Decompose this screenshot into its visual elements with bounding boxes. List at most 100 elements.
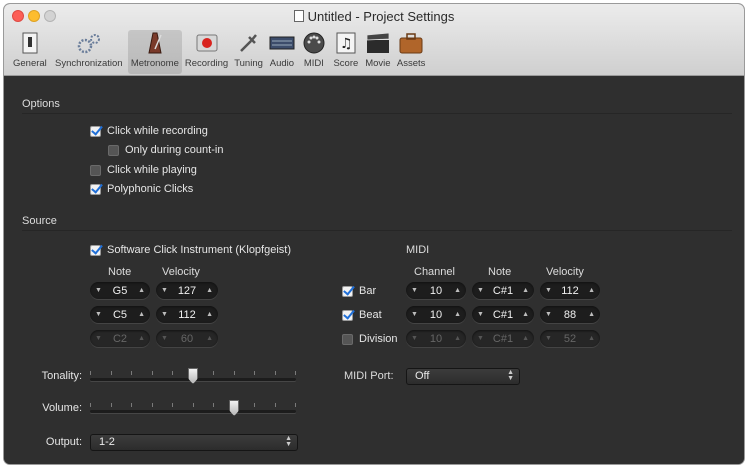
- slider-tick: [110, 403, 112, 407]
- movie-clapper-icon: [365, 30, 391, 56]
- slider-tick: [172, 371, 173, 375]
- midi-bar-checkbox[interactable]: Bar: [342, 285, 376, 297]
- decrement-arrow-icon: ▼: [477, 335, 484, 342]
- checkbox-box: [90, 244, 101, 256]
- tab-label: Synchronization: [55, 58, 123, 69]
- decrement-arrow-icon[interactable]: ▼: [95, 287, 102, 294]
- metronome-icon: [142, 30, 168, 56]
- stepper-value: C#1: [492, 308, 514, 321]
- output-popup[interactable]: 1-2 ▲ ▼: [90, 434, 298, 451]
- stepper-value: 10: [429, 284, 443, 297]
- tab-midi[interactable]: MIDI: [298, 30, 330, 74]
- increment-arrow-icon[interactable]: ▲: [206, 311, 213, 318]
- increment-arrow-icon[interactable]: ▲: [454, 311, 461, 318]
- decrement-arrow-icon[interactable]: ▼: [477, 287, 484, 294]
- midi-port-popup[interactable]: Off ▲ ▼: [406, 368, 520, 385]
- click-note-stepper-2[interactable]: ▼ C5 ▲: [90, 306, 150, 323]
- tab-label: MIDI: [303, 58, 324, 69]
- tab-recording[interactable]: Recording: [182, 30, 231, 74]
- stepper-value: C#1: [492, 332, 514, 345]
- volume-slider[interactable]: [90, 410, 296, 413]
- decrement-arrow-icon[interactable]: ▼: [411, 311, 418, 318]
- window-title-text: Untitled - Project Settings: [307, 9, 455, 24]
- tab-label: Tuning: [234, 58, 263, 69]
- slider-tick: [295, 403, 296, 407]
- slider-tick: [192, 403, 194, 407]
- checkbox-label: Only during count-in: [125, 144, 224, 156]
- popup-arrows-icon: ▲ ▼: [507, 369, 514, 382]
- stepper-value: 112: [561, 284, 579, 297]
- slider-tick: [274, 371, 276, 375]
- beat-channel-stepper[interactable]: ▼ 10 ▲: [406, 306, 466, 323]
- midi-division-checkbox[interactable]: Division: [342, 333, 398, 345]
- tab-score[interactable]: ♫ Score: [330, 30, 362, 74]
- increment-arrow-icon: ▲: [138, 335, 145, 342]
- decrement-arrow-icon[interactable]: ▼: [545, 287, 552, 294]
- tab-synchronization[interactable]: Synchronization: [50, 30, 128, 74]
- increment-arrow-icon: ▲: [454, 335, 461, 342]
- increment-arrow-icon[interactable]: ▲: [138, 287, 145, 294]
- tab-metronome[interactable]: Metronome: [127, 30, 182, 74]
- midi-note-column-header: Note: [488, 266, 512, 278]
- bar-channel-stepper[interactable]: ▼ 10 ▲: [406, 282, 466, 299]
- decrement-arrow-icon[interactable]: ▼: [161, 311, 168, 318]
- click-velocity-stepper-1[interactable]: ▼ 127 ▲: [156, 282, 218, 299]
- volume-slider-knob[interactable]: [229, 400, 240, 416]
- slider-tick: [254, 403, 255, 407]
- stepper-value: 112: [178, 308, 196, 321]
- midi-beat-checkbox[interactable]: Beat: [342, 309, 382, 321]
- beat-note-stepper[interactable]: ▼ C#1 ▲: [472, 306, 534, 323]
- click-note-stepper-1[interactable]: ▼ G5 ▲: [90, 282, 150, 299]
- slider-tick: [172, 403, 173, 407]
- tab-general[interactable]: General: [10, 30, 50, 74]
- note-column-header: Note: [108, 266, 132, 278]
- only-during-count-in-checkbox[interactable]: Only during count-in: [108, 144, 223, 156]
- tuning-icon: [236, 30, 262, 56]
- increment-arrow-icon[interactable]: ▲: [206, 287, 213, 294]
- tab-label: Assets: [396, 58, 426, 69]
- click-while-playing-checkbox[interactable]: Click while playing: [90, 164, 197, 176]
- midi-heading: MIDI: [406, 244, 430, 256]
- decrement-arrow-icon[interactable]: ▼: [411, 287, 418, 294]
- beat-velocity-stepper[interactable]: ▼ 88 ▲: [540, 306, 600, 323]
- checkbox-label: Click while recording: [107, 125, 208, 137]
- stepper-value: 127: [177, 284, 197, 297]
- tonality-slider-knob[interactable]: [188, 368, 198, 384]
- decrement-arrow-icon[interactable]: ▼: [477, 311, 484, 318]
- checkbox-label: Bar: [359, 285, 377, 297]
- popup-value: Off: [415, 370, 430, 382]
- bar-velocity-stepper[interactable]: ▼ 112 ▲: [540, 282, 600, 299]
- click-velocity-stepper-2[interactable]: ▼ 112 ▲: [156, 306, 218, 323]
- software-click-instrument-checkbox[interactable]: Software Click Instrument (Klopfgeist): [90, 244, 291, 256]
- checkbox-box: [90, 125, 101, 137]
- tab-tuning[interactable]: Tuning: [231, 30, 266, 74]
- increment-arrow-icon[interactable]: ▲: [454, 287, 461, 294]
- increment-arrow-icon[interactable]: ▲: [138, 311, 145, 318]
- increment-arrow-icon[interactable]: ▲: [588, 311, 595, 318]
- title-bar: Untitled - Project Settings General Sync…: [4, 4, 744, 76]
- audio-icon: [269, 30, 295, 56]
- tab-audio[interactable]: Audio: [266, 30, 298, 74]
- channel-column-header: Channel: [414, 266, 455, 278]
- increment-arrow-icon[interactable]: ▲: [522, 311, 529, 318]
- increment-arrow-icon[interactable]: ▲: [588, 287, 595, 294]
- tab-movie[interactable]: Movie: [362, 30, 394, 74]
- increment-arrow-icon: ▲: [522, 335, 529, 342]
- increment-arrow-icon[interactable]: ▲: [522, 287, 529, 294]
- slider-tick: [90, 371, 91, 375]
- checkbox-label: Polyphonic Clicks: [107, 183, 194, 195]
- options-divider: [22, 113, 732, 114]
- tonality-label: Tonality:: [41, 370, 82, 382]
- division-channel-stepper: ▼ 10 ▲: [406, 330, 466, 347]
- slider-tick: [274, 403, 276, 407]
- polyphonic-clicks-checkbox[interactable]: Polyphonic Clicks: [90, 183, 193, 195]
- tab-assets[interactable]: Assets: [394, 30, 429, 74]
- decrement-arrow-icon[interactable]: ▼: [545, 311, 552, 318]
- velocity-column-header: Velocity: [162, 266, 200, 278]
- bar-note-stepper[interactable]: ▼ C#1 ▲: [472, 282, 534, 299]
- checkbox-box: [108, 144, 119, 156]
- decrement-arrow-icon[interactable]: ▼: [161, 287, 168, 294]
- decrement-arrow-icon[interactable]: ▼: [95, 311, 102, 318]
- click-while-recording-checkbox[interactable]: Click while recording: [90, 125, 208, 137]
- slider-tick: [151, 403, 153, 407]
